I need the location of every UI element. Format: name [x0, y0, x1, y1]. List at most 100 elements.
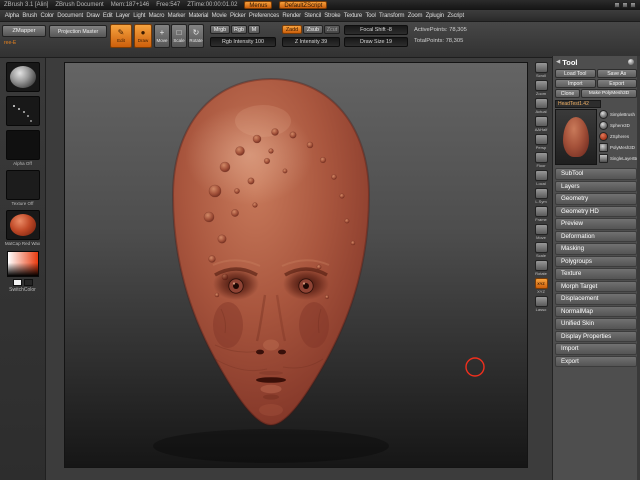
menu-item[interactable]: Picker	[228, 13, 247, 19]
menu-item[interactable]: Zoom	[406, 13, 424, 19]
shelf-button-icon[interactable]	[534, 296, 548, 307]
shelf-item[interactable]: Rotate	[534, 260, 548, 276]
shelf-item[interactable]: Scroll	[534, 62, 548, 78]
subpalette-bar[interactable]: Unified Skin	[555, 318, 637, 330]
edit-mode-button[interactable]: ✎ Edit	[110, 24, 132, 48]
shelf-item[interactable]: Move	[534, 224, 548, 240]
menu-item[interactable]: Macro	[147, 13, 166, 19]
alpha-selector[interactable]	[5, 130, 40, 160]
import-tool-button[interactable]: Import	[555, 79, 596, 88]
quick-pick-item[interactable]: SimpleBrush	[599, 109, 637, 119]
close-icon[interactable]	[630, 2, 636, 8]
subpalette-bar[interactable]: Displacement	[555, 293, 637, 305]
shelf-item[interactable]: L.Sym	[534, 188, 548, 204]
rotate-mode-button[interactable]: ↻ Rotate	[188, 24, 204, 48]
menu-item[interactable]: Document	[56, 13, 85, 19]
shelf-button-icon[interactable]	[534, 98, 548, 109]
current-brush-thumbnail[interactable]	[5, 62, 40, 92]
subpalette-bar[interactable]: Morph Target	[555, 280, 637, 292]
shelf-button-icon[interactable]	[534, 242, 548, 253]
menu-item[interactable]: Zscript	[446, 13, 466, 19]
mrgb-button[interactable]: Mrgb	[210, 25, 230, 34]
menu-item[interactable]: Material	[187, 13, 210, 19]
subpalette-bar[interactable]: Polygroups	[555, 255, 637, 267]
shelf-item[interactable]: Frame	[534, 206, 548, 222]
zadd-button[interactable]: Zadd	[282, 25, 302, 34]
alt-color-swatch[interactable]	[23, 279, 33, 286]
subpalette-bar[interactable]: NormalMap	[555, 305, 637, 317]
main-color-swatch[interactable]	[12, 279, 22, 286]
z-intensity-slider[interactable]: Z Intensity 39	[282, 37, 340, 47]
menu-item[interactable]: Tool	[364, 13, 378, 19]
menu-item[interactable]: Brush	[21, 13, 39, 19]
quick-pick-item[interactable]: Sphere3D	[599, 120, 637, 130]
shelf-button-icon[interactable]	[534, 206, 548, 217]
menu-item[interactable]: Zplugin	[424, 13, 446, 19]
shelf-item[interactable]: Floor	[534, 152, 548, 168]
menu-item[interactable]: Render	[281, 13, 303, 19]
rgb-button[interactable]: Rgb	[231, 25, 247, 34]
subpalette-bar[interactable]: Display Properties	[555, 330, 637, 342]
zcut-button[interactable]: Zcut	[324, 25, 340, 34]
menu-item[interactable]: Color	[39, 13, 56, 19]
projection-master-button[interactable]: Projection Master	[49, 25, 107, 38]
subpalette-bar[interactable]: Import	[555, 343, 637, 355]
scale-mode-button[interactable]: □ Scale	[171, 24, 187, 48]
shelf-button-icon[interactable]	[534, 116, 548, 127]
draw-mode-button[interactable]: ● Draw	[134, 24, 152, 48]
shelf-button-icon[interactable]	[534, 260, 548, 271]
menus-button[interactable]: Menus	[244, 1, 273, 9]
quick-pick-item[interactable]: PolyMesh3D	[599, 142, 637, 152]
menu-item[interactable]: Draw	[85, 13, 102, 19]
clone-button[interactable]: Clone	[555, 89, 581, 98]
subpalette-bar[interactable]: Geometry	[555, 193, 637, 205]
quick-pick-item[interactable]: SingleLayerBrush	[599, 153, 637, 163]
texture-selector[interactable]	[5, 170, 40, 200]
sculpt-viewport[interactable]	[65, 63, 527, 467]
shelf-button-icon[interactable]	[534, 224, 548, 235]
rgb-intensity-slider[interactable]: Rgb Intensity 100	[210, 37, 276, 47]
draw-size-slider[interactable]: Draw Size 19	[344, 37, 408, 47]
shelf-item[interactable]: AAHalf	[534, 116, 548, 132]
shelf-button-icon[interactable]	[534, 62, 548, 73]
switch-color-button[interactable]: SwitchColor	[0, 288, 45, 293]
zmapper-button[interactable]: ZMapper	[2, 25, 46, 37]
shelf-item[interactable]: XYZ XYZ	[534, 278, 548, 294]
subpalette-bar[interactable]: Preview	[555, 218, 637, 230]
shelf-item[interactable]: Actual	[534, 98, 548, 114]
save-as-button[interactable]: Save As	[596, 69, 637, 78]
subpalette-bar[interactable]: Deformation	[555, 230, 637, 242]
default-zscript-button[interactable]: DefaultZScript	[279, 1, 328, 9]
menu-item[interactable]: Light	[132, 13, 147, 19]
minimize-icon[interactable]	[614, 2, 620, 8]
shelf-item[interactable]: Scale	[534, 242, 548, 258]
m-button[interactable]: M	[248, 25, 260, 34]
shelf-button-icon[interactable]	[534, 80, 548, 91]
panel-collapse-icon[interactable]: ◀	[556, 59, 560, 65]
shelf-item[interactable]: Lasso	[534, 296, 548, 312]
shelf-button-icon[interactable]	[534, 152, 548, 163]
document-canvas[interactable]	[64, 62, 528, 468]
move-mode-button[interactable]: + Move	[154, 24, 170, 48]
shelf-item[interactable]: Local	[534, 170, 548, 186]
subpalette-bar[interactable]: Masking	[555, 243, 637, 255]
load-tool-button[interactable]: Load Tool	[555, 69, 596, 78]
menu-item[interactable]: Stencil	[303, 13, 323, 19]
menu-item[interactable]: Edit	[101, 13, 114, 19]
stroke-selector[interactable]	[5, 96, 40, 126]
subpalette-bar[interactable]: Layers	[555, 180, 637, 192]
subpalette-bar[interactable]: SubTool	[555, 168, 637, 180]
menu-item[interactable]: Marker	[166, 13, 187, 19]
menu-item[interactable]: Movie	[210, 13, 228, 19]
active-tool-thumbnail[interactable]	[555, 109, 597, 165]
subpalette-bar[interactable]: Geometry HD	[555, 205, 637, 217]
tool-palette-header[interactable]: ◀ Tool	[553, 56, 640, 68]
shelf-button-icon[interactable]	[534, 188, 548, 199]
shelf-button-icon[interactable]	[534, 134, 548, 145]
focal-shift-slider[interactable]: Focal Shift -8	[344, 25, 408, 35]
material-selector[interactable]	[5, 210, 40, 240]
subpalette-bar[interactable]: Texture	[555, 268, 637, 280]
export-tool-button[interactable]: Export	[596, 79, 637, 88]
menu-item[interactable]: Layer	[114, 13, 131, 19]
zsub-button[interactable]: Zsub	[303, 25, 323, 34]
